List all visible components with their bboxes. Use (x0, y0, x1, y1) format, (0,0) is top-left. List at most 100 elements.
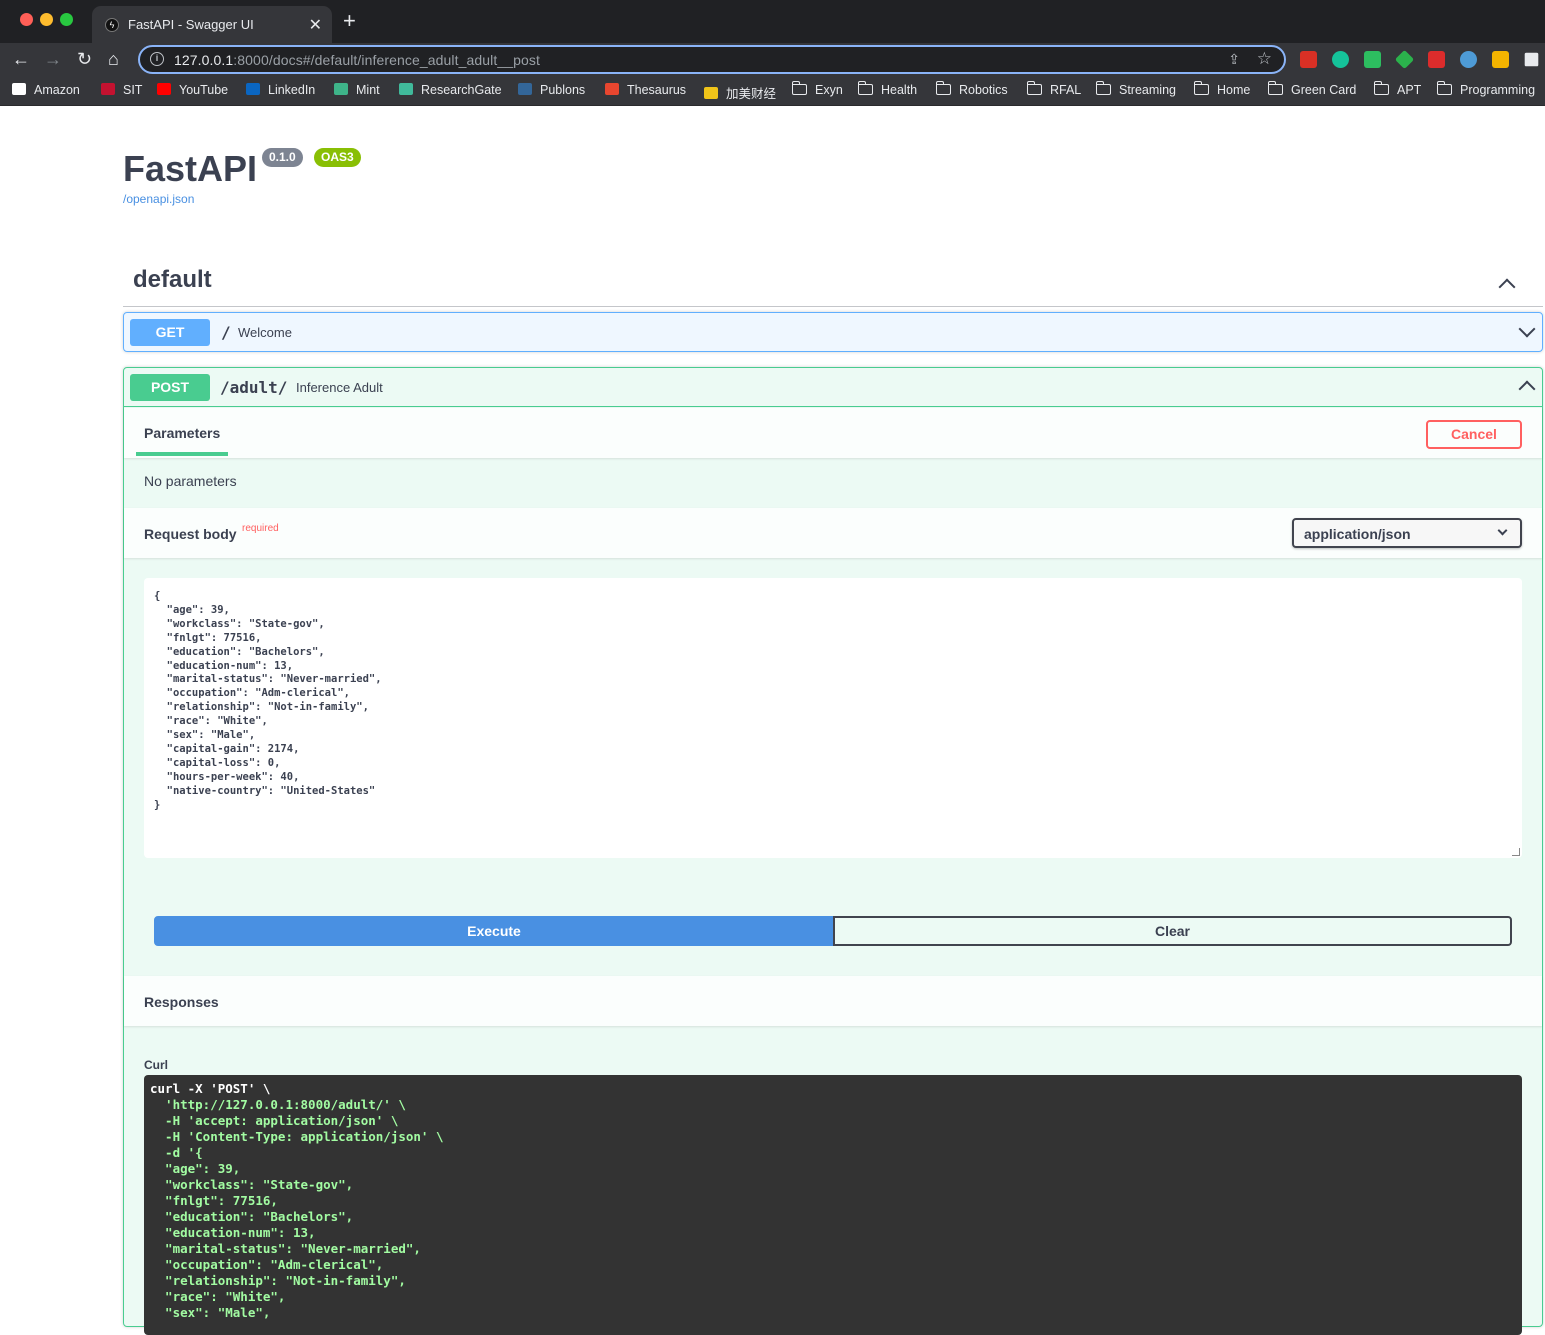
curl-label: Curl (144, 1058, 168, 1072)
bookmark-label: Home (1217, 83, 1251, 97)
notes-extension-icon[interactable] (1492, 51, 1509, 68)
parameters-section-header: Parameters Cancel (124, 408, 1542, 458)
get-operation-path: / (221, 323, 231, 342)
tag-section-header[interactable]: default (123, 261, 1543, 307)
get-operation-block[interactable]: GET / Welcome (123, 312, 1543, 352)
url-text[interactable]: 127.0.0.1:8000/docs#/default/inference_a… (174, 52, 540, 68)
bookmark-green-card[interactable]: Green Card (1267, 81, 1357, 97)
evernote-extension-icon[interactable] (1364, 51, 1381, 68)
site-info-icon[interactable]: i (150, 52, 164, 66)
collapse-post-icon[interactable] (1518, 380, 1536, 398)
bookmark-robotics[interactable]: Robotics (935, 81, 1008, 97)
tab-parameters[interactable]: Parameters (144, 425, 220, 441)
curl-command-box[interactable]: curl -X 'POST' \ 'http://127.0.0.1:8000/… (144, 1075, 1522, 1335)
reload-icon[interactable]: ↻ (77, 48, 92, 70)
bookmark-thesaurus[interactable]: Thesaurus (605, 83, 686, 97)
clear-button[interactable]: Clear (833, 916, 1512, 946)
api-title: FastAPI (123, 148, 258, 189)
bookmark-apt[interactable]: APT (1373, 81, 1422, 97)
bookmark-label: 加美财经 (726, 87, 777, 101)
curl-line: "age": 39, (150, 1161, 241, 1176)
folder-icon (1267, 81, 1283, 95)
folder-icon (1095, 81, 1111, 95)
cancel-button[interactable]: Cancel (1426, 420, 1522, 449)
maximize-window-button[interactable] (60, 13, 73, 26)
bookmark-exyn[interactable]: Exyn (791, 81, 843, 97)
bookmark-sit[interactable]: SIT (101, 83, 142, 97)
content-type-value: application/json (1304, 526, 1411, 542)
curl-line: "education-num": 13, (150, 1225, 316, 1240)
resize-handle-icon[interactable] (1512, 848, 1520, 856)
folder-icon (1193, 81, 1209, 95)
curl-line: -H 'Content-Type: application/json' \ (150, 1129, 444, 1144)
grammarly-extension-icon[interactable] (1332, 51, 1349, 68)
mint-icon (334, 83, 348, 95)
browser-tab[interactable]: ϟ FastAPI - Swagger UI ✕ (92, 6, 332, 43)
colorful-extension-icon[interactable] (1460, 51, 1477, 68)
bookmark-amazon[interactable]: Amazon (12, 83, 80, 97)
required-marker: required (242, 523, 279, 534)
content-type-select[interactable]: application/json (1292, 518, 1522, 548)
post-method-badge: POST (130, 374, 210, 401)
curl-line: -d '{ (150, 1145, 203, 1160)
bookmark-label: Programming (1460, 83, 1536, 97)
forward-icon[interactable]: → (44, 48, 62, 70)
request-body-editor[interactable]: { "age": 39, "workclass": "State-gov", "… (144, 578, 1522, 858)
bookmark-mint[interactable]: Mint (334, 83, 380, 97)
curl-line: "workclass": "State-gov", (150, 1177, 354, 1192)
gmail-extension-icon[interactable] (1300, 51, 1317, 68)
new-tab-icon[interactable]: + (343, 10, 356, 32)
home-icon[interactable]: ⌂ (108, 48, 119, 70)
bookmark-streaming[interactable]: Streaming (1095, 81, 1176, 97)
curl-line: -H 'accept: application/json' \ (150, 1113, 399, 1128)
bookmark-label: RFAL (1050, 83, 1082, 97)
version-badge: 0.1.0 (262, 148, 303, 167)
execute-button[interactable]: Execute (154, 916, 834, 946)
post-operation-summary-bar[interactable]: POST /adult/ Inference Adult (124, 368, 1542, 407)
jiamei-icon (704, 87, 718, 99)
feedly-extension-icon[interactable] (1394, 49, 1415, 70)
bookmark-rfal[interactable]: RFAL (1026, 81, 1082, 97)
address-bar[interactable]: i 127.0.0.1:8000/docs#/default/inference… (138, 45, 1286, 74)
bookmark-programming[interactable]: Programming (1436, 81, 1536, 97)
bookmark-star-icon[interactable]: ☆ (1257, 49, 1272, 69)
bookmark-health[interactable]: Health (857, 81, 918, 97)
bookmark-label: LinkedIn (268, 83, 316, 97)
oas-badge: OAS3 (314, 148, 361, 167)
folder-icon (857, 81, 873, 95)
bookmark-researchgate[interactable]: ResearchGate (399, 83, 502, 97)
folder-icon (1373, 81, 1389, 95)
curl-line: curl -X 'POST' \ (150, 1081, 271, 1096)
close-tab-icon[interactable]: ✕ (309, 15, 322, 35)
bookmark-label: Streaming (1119, 83, 1176, 97)
extensions-puzzle-icon[interactable] (1524, 52, 1539, 67)
bookmark-label: Health (881, 83, 918, 97)
thesaurus-icon (605, 83, 619, 95)
openapi-json-link[interactable]: /openapi.json (123, 192, 194, 206)
bookmark-youtube[interactable]: YouTube (157, 83, 228, 97)
bookmark-label: SIT (123, 83, 143, 97)
bookmark-label: Green Card (1291, 83, 1357, 97)
parameters-tab-underline (136, 452, 228, 456)
fastapi-favicon-icon: ϟ (105, 18, 119, 32)
minimize-window-button[interactable] (40, 13, 53, 26)
responses-section-header: Responses (124, 976, 1542, 1026)
bookmark-label: APT (1397, 83, 1422, 97)
back-icon[interactable]: ← (12, 48, 30, 70)
get-operation-summary: Welcome (238, 325, 292, 340)
expand-get-icon[interactable] (1518, 320, 1536, 338)
bookmark-label: ResearchGate (421, 83, 502, 97)
collapse-tag-icon[interactable] (1498, 278, 1516, 296)
no-parameters-text: No parameters (144, 473, 237, 489)
curl-line: "marital-status": "Never-married", (150, 1241, 421, 1256)
mendeley-extension-icon[interactable] (1428, 51, 1445, 68)
bookmark-加美财经[interactable]: 加美财经 (704, 83, 776, 102)
bookmark-home[interactable]: Home (1193, 81, 1251, 97)
researchgate-icon (399, 83, 413, 95)
share-icon[interactable]: ⇪ (1228, 51, 1240, 68)
get-method-badge: GET (130, 319, 210, 346)
bookmark-linkedin[interactable]: LinkedIn (246, 83, 315, 97)
close-window-button[interactable] (20, 13, 33, 26)
curl-line: "education": "Bachelors", (150, 1209, 354, 1224)
bookmark-publons[interactable]: Publons (518, 83, 585, 97)
